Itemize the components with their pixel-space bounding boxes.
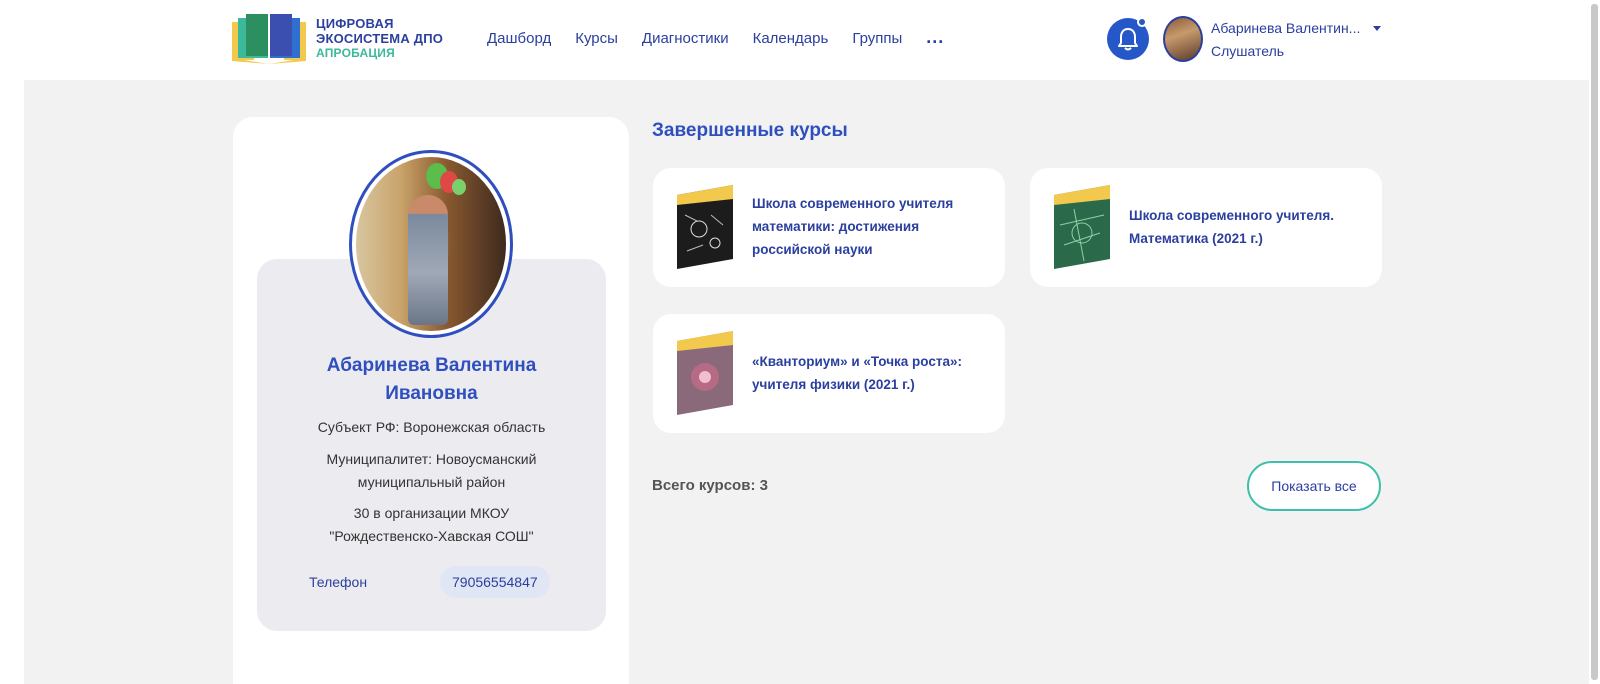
course-card[interactable]: Школа современного учителя математики: д… (653, 168, 1005, 287)
course-card[interactable]: «Кванториум» и «Точка роста»: учителя фи… (653, 314, 1005, 433)
nav-item-calendar[interactable]: Календарь (753, 30, 829, 47)
chevron-down-icon[interactable] (1373, 26, 1381, 31)
course-thumbnail-icon (677, 331, 733, 415)
logo-line-2: ЭКОСИСТЕМА ДПО (316, 31, 444, 46)
logo-text: ЦИФРОВАЯ ЭКОСИСТЕМА ДПО АПРОБАЦИЯ (316, 16, 443, 61)
course-thumbnail-icon (677, 185, 733, 269)
course-title[interactable]: Школа современного учителя. Математика (… (1129, 204, 1359, 250)
phone-label: Телефон (309, 574, 368, 590)
bell-icon (1118, 28, 1138, 51)
scrollbar-thumb[interactable] (1591, 4, 1598, 680)
nav-item-courses[interactable]: Курсы (575, 30, 618, 47)
user-avatar[interactable] (1163, 16, 1203, 62)
logo[interactable]: ЦИФРОВАЯ ЭКОСИСТЕМА ДПО АПРОБАЦИЯ (232, 14, 452, 66)
notifications-button[interactable] (1107, 17, 1149, 60)
course-card[interactable]: Школа современного учителя. Математика (… (1030, 168, 1382, 287)
profile-municipality-1: Муниципалитет: Новоусманский (326, 451, 537, 467)
profile-org-1: 30 в организации МКОУ (353, 505, 510, 521)
profile-name: Абаринева Валентина Ивановна (257, 352, 606, 408)
notification-dot (1137, 17, 1147, 27)
nav-item-groups[interactable]: Группы (852, 30, 902, 47)
book-logo-icon (232, 14, 306, 64)
course-title[interactable]: Школа современного учителя математики: д… (752, 192, 982, 261)
profile-org-2: "Рождественско-Хавская СОШ" (329, 528, 534, 544)
nav-more-button[interactable]: ... (926, 28, 944, 47)
profile-name-line-1: Абаринева Валентина (326, 355, 537, 376)
main-nav: Дашборд Курсы Диагностики Календарь Груп… (487, 28, 944, 47)
section-title: Завершенные курсы (652, 120, 848, 141)
user-name[interactable]: Абаринева Валентин... (1211, 20, 1360, 36)
logo-line-3: АПРОБАЦИЯ (316, 46, 395, 60)
nav-item-diagnostics[interactable]: Диагностики (642, 30, 729, 47)
course-title[interactable]: «Кванториум» и «Точка роста»: учителя фи… (752, 350, 982, 396)
top-header: ЦИФРОВАЯ ЭКОСИСТЕМА ДПО АПРОБАЦИЯ Дашбор… (0, 0, 1600, 80)
profile-photo (349, 150, 513, 338)
logo-line-1: ЦИФРОВАЯ (316, 16, 394, 31)
phone-value: 79056554847 (440, 566, 550, 598)
courses-total: Всего курсов: 3 (652, 477, 768, 494)
course-thumbnail-icon (1054, 185, 1110, 269)
user-role: Слушатель (1211, 43, 1285, 59)
profile-municipality-2: муниципальный район (357, 474, 506, 490)
nav-item-dashboard[interactable]: Дашборд (487, 30, 551, 47)
profile-region: Субъект РФ: Воронежская область (317, 419, 546, 435)
show-all-button[interactable]: Показать все (1247, 461, 1381, 511)
profile-name-line-2: Ивановна (385, 383, 478, 404)
